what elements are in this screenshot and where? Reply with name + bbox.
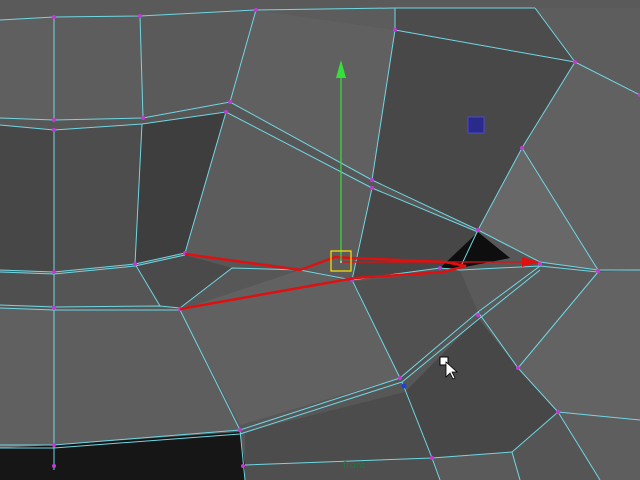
camera-view-label: front — [343, 461, 366, 471]
mesh-vertex[interactable] — [52, 443, 56, 447]
mesh-vertex[interactable] — [52, 306, 56, 310]
mesh-face[interactable] — [0, 272, 54, 305]
mesh-face[interactable] — [54, 16, 143, 120]
selected-vertex[interactable] — [401, 383, 407, 389]
mesh-face[interactable] — [0, 125, 54, 272]
mesh-vertex[interactable] — [430, 456, 434, 460]
mesh-vertex[interactable] — [52, 270, 56, 274]
mesh-vertex[interactable] — [224, 110, 228, 114]
mesh-vertex[interactable] — [398, 376, 402, 380]
mesh-vertex[interactable] — [133, 262, 137, 266]
mesh-vertex[interactable] — [141, 116, 145, 120]
mesh-vertex[interactable] — [516, 366, 520, 370]
mesh-vertex[interactable] — [538, 262, 542, 266]
mesh-wireframe[interactable] — [0, 0, 640, 480]
pivot-center — [340, 261, 342, 263]
mesh-vertex[interactable] — [370, 178, 374, 182]
mesh-vertex[interactable] — [476, 313, 480, 317]
mesh-face[interactable] — [0, 17, 54, 120]
mesh-vertex[interactable] — [228, 100, 232, 104]
mesh-face[interactable] — [0, 308, 54, 448]
mesh-vertex[interactable] — [52, 464, 56, 468]
mesh-vertex[interactable] — [138, 14, 142, 18]
mesh-vertex[interactable] — [393, 28, 397, 32]
mesh-vertex[interactable] — [241, 464, 245, 468]
component-selection-icon[interactable] — [467, 116, 485, 134]
mesh-vertex[interactable] — [596, 269, 600, 273]
mesh-vertex[interactable] — [520, 146, 524, 150]
mesh-vertex[interactable] — [52, 118, 56, 122]
mesh-vertex[interactable] — [556, 410, 560, 414]
mesh-vertex[interactable] — [370, 186, 374, 190]
mesh-vertex[interactable] — [52, 128, 56, 132]
mesh-face[interactable] — [54, 124, 142, 272]
mesh-vertex[interactable] — [238, 428, 242, 432]
mesh-vertex[interactable] — [438, 266, 442, 270]
modeling-viewport[interactable]: front — [0, 0, 640, 480]
mesh-vertex[interactable] — [52, 15, 56, 19]
mesh-vertex[interactable] — [573, 60, 577, 64]
mesh-vertex[interactable] — [476, 228, 480, 232]
mesh-vertex[interactable] — [254, 8, 258, 12]
